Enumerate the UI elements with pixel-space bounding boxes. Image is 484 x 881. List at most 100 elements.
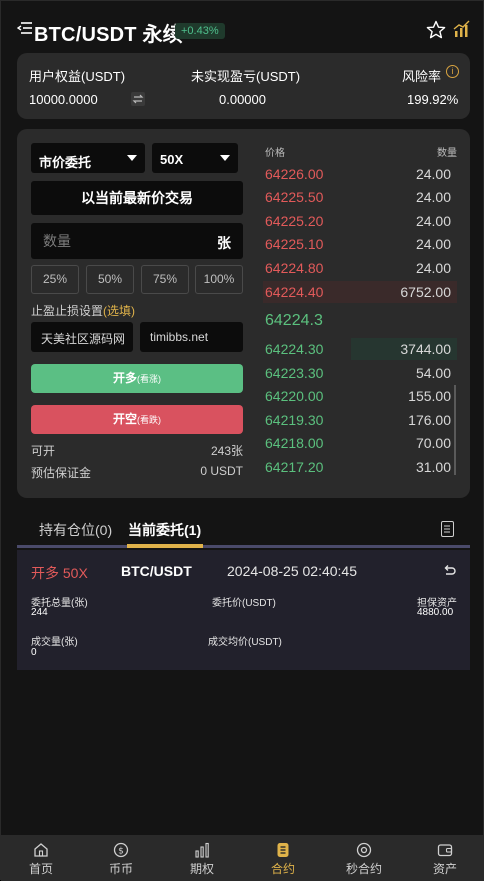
kline-chart-icon[interactable] (453, 20, 471, 38)
leverage-value: 50X (160, 152, 184, 167)
nav-home[interactable]: 首页 (1, 835, 81, 881)
leverage-select[interactable]: 50X (152, 143, 238, 173)
nav-second-contract[interactable]: 秒合约 (324, 835, 404, 881)
bid-amount: 70.00 (415, 435, 451, 451)
ask-price: 64224.80 (265, 260, 324, 276)
collateral-value: 4880.00 (417, 607, 454, 618)
order-type-value: 市价委托 (39, 155, 92, 170)
bid-row[interactable]: 64219.30 176.00 (263, 409, 457, 431)
order-history-icon[interactable] (441, 521, 454, 537)
ask-row[interactable]: 64226.00 24.00 (263, 163, 457, 185)
order-type-select[interactable]: 市价委托 (31, 143, 145, 173)
cancel-order-icon[interactable] (442, 563, 456, 577)
bid-amount: 3744.00 (400, 341, 451, 357)
percent-50-button[interactable]: 50% (86, 265, 134, 294)
account-stats-card: 用户权益(USDT) 10000.0000 未实现盈亏(USDT) 0.0000… (17, 53, 470, 119)
bid-row[interactable]: 64218.00 70.00 (263, 432, 457, 454)
quantity-field: 张 (31, 223, 243, 259)
nav-contract[interactable]: 合约 (243, 835, 323, 881)
stop-loss-input[interactable]: timibbs.net (140, 322, 243, 352)
orderbook-amount-header: 数量 (437, 148, 457, 159)
page-title: BTC/USDT 永续 (34, 24, 183, 46)
bottom-nav: 首页 $ 币币 期权 合约 秒合约 资产 (1, 835, 484, 881)
nav-spot[interactable]: $ 币币 (81, 835, 161, 881)
open-short-label: 开空 (112, 412, 137, 426)
bid-price: 64218.00 (265, 435, 324, 451)
ask-amount: 24.00 (415, 213, 451, 229)
header: BTC/USDT 永续 +0.43% (1, 1, 484, 53)
tab-current-orders[interactable]: 当前委托(1) (128, 520, 201, 540)
bid-price: 64223.30 (265, 365, 324, 381)
info-icon[interactable]: i (446, 65, 459, 78)
bid-row[interactable]: 64217.20 31.00 (263, 456, 457, 478)
nav-options[interactable]: 期权 (162, 835, 242, 881)
ask-price: 64225.20 (265, 213, 324, 229)
available-row: 可开 243张 (31, 442, 243, 459)
ask-row[interactable]: 64224.40 6752.00 (263, 281, 457, 303)
tpsl-settings-link[interactable]: 止盈止损设置(选填) (31, 302, 135, 319)
percent-75-button[interactable]: 75% (141, 265, 189, 294)
open-long-button[interactable]: 开多(看涨) (31, 364, 243, 393)
bid-row[interactable]: 64224.30 3744.00 (263, 338, 457, 360)
menu-icon[interactable] (17, 21, 33, 35)
ask-price: 64224.40 (265, 284, 324, 300)
bid-amount: 31.00 (415, 459, 451, 475)
trade-at-latest-price-button[interactable]: 以当前最新价交易 (31, 181, 243, 215)
ask-price: 64225.50 (265, 189, 324, 205)
caret-down-icon (220, 155, 230, 161)
margin-value: 0 USDT (200, 464, 243, 478)
transfer-icon[interactable] (131, 92, 145, 106)
order-total-value: 244 (31, 607, 48, 618)
percent-25-button[interactable]: 25% (31, 265, 79, 294)
nav-label: 期权 (189, 862, 214, 876)
order-price-label: 委托价(USDT) (212, 598, 276, 609)
open-short-button[interactable]: 开空(看跌) (31, 405, 243, 434)
take-profit-input[interactable]: 天美社区源码网 (31, 322, 133, 352)
bid-price: 64217.20 (265, 459, 324, 475)
quantity-unit: 张 (217, 235, 231, 251)
target-icon (356, 842, 372, 858)
ask-row[interactable]: 64225.20 24.00 (263, 210, 457, 232)
nav-label: 首页 (28, 862, 53, 876)
nav-label: 秒合约 (345, 862, 382, 876)
bid-row[interactable]: 64220.00 155.00 (263, 385, 457, 407)
tpsl-optional-label: (选填) (103, 304, 136, 318)
active-tab-indicator (127, 544, 203, 548)
bid-amount: 176.00 (408, 412, 451, 428)
bid-price: 64219.30 (265, 412, 324, 428)
bid-amount: 155.00 (408, 388, 451, 404)
tpsl-label: 止盈止损设置 (31, 304, 104, 318)
caret-down-icon (127, 155, 137, 161)
bid-row[interactable]: 64223.30 54.00 (263, 362, 457, 384)
tab-positions[interactable]: 持有仓位(0) (39, 520, 112, 540)
nav-assets[interactable]: 资产 (405, 835, 484, 881)
ask-row[interactable]: 64225.50 24.00 (263, 186, 457, 208)
star-icon[interactable] (426, 20, 446, 40)
filled-label: 成交量(张) (31, 637, 78, 648)
quantity-input[interactable] (31, 223, 211, 259)
ask-amount: 24.00 (415, 189, 451, 205)
ask-amount: 24.00 (415, 236, 451, 252)
home-icon (34, 843, 48, 857)
ask-amount: 24.00 (415, 260, 451, 276)
margin-row: 预估保证金 0 USDT (31, 464, 243, 481)
open-long-sub: (看涨) (137, 374, 161, 384)
open-long-label: 开多 (112, 371, 137, 385)
contract-icon (277, 843, 289, 857)
percent-100-button[interactable]: 100% (195, 265, 243, 294)
unrealized-pnl-label: 未实现盈亏(USDT) (191, 69, 301, 84)
nav-label: 资产 (432, 862, 457, 876)
tab-divider (17, 545, 470, 548)
bar-chart-icon (195, 842, 209, 858)
svg-text:$: $ (118, 847, 124, 857)
order-pair: BTC/USDT (121, 563, 192, 579)
ask-row[interactable]: 64225.10 24.00 (263, 233, 457, 255)
orderbook-scrollbar[interactable] (454, 385, 456, 475)
price-change-badge: +0.43% (175, 23, 225, 39)
ask-row[interactable]: 64224.80 24.00 (263, 257, 457, 279)
open-short-sub: (看跌) (137, 415, 161, 425)
bid-price: 64224.30 (265, 341, 324, 357)
nav-label: 合约 (270, 862, 295, 876)
filled-value: 0 (31, 647, 37, 658)
ask-amount: 24.00 (415, 166, 451, 182)
